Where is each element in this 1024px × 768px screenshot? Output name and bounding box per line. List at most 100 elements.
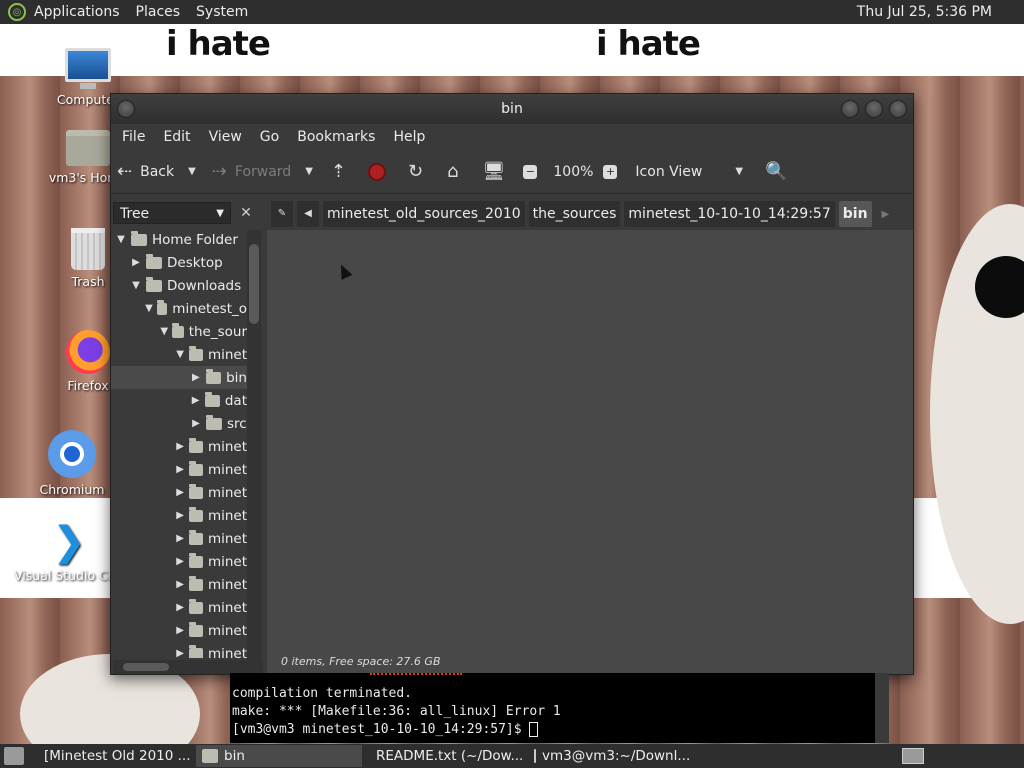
collapsed-triangle-icon[interactable]: ▶ [130, 257, 142, 268]
close-side-pane-icon[interactable]: ✕ [235, 202, 257, 224]
show-desktop-icon[interactable] [4, 747, 24, 765]
tree-horizontal-scrollbar[interactable] [113, 660, 263, 674]
expanded-triangle-icon[interactable]: ▼ [145, 303, 153, 314]
clock[interactable]: Thu Jul 25, 5:36 PM [857, 4, 992, 20]
taskbar-item[interactable]: vm3@vm3:~/Downl... [528, 745, 694, 767]
tree-item[interactable]: ▶ minet [111, 504, 247, 527]
menu-go[interactable]: Go [251, 129, 288, 145]
collapsed-triangle-icon[interactable]: ▶ [175, 625, 185, 636]
collapsed-triangle-icon[interactable]: ▶ [175, 602, 185, 613]
tree-item[interactable]: ▶ minet [111, 435, 247, 458]
menu-edit[interactable]: Edit [154, 129, 199, 145]
collapsed-triangle-icon[interactable]: ▶ [175, 533, 185, 544]
breadcrumb-item[interactable]: the_sources [528, 201, 621, 227]
back-button[interactable]: ⇠ Back ▼ [117, 161, 196, 182]
places-menu[interactable]: Places [128, 4, 189, 20]
scrollbar-thumb[interactable] [249, 244, 259, 324]
breadcrumb-item-current[interactable]: bin [838, 201, 872, 227]
system-menu[interactable]: System [188, 4, 256, 20]
side-pane-selector[interactable]: Tree ▼ [113, 202, 231, 224]
expanded-triangle-icon[interactable]: ▼ [130, 280, 142, 291]
taskbar-item-active[interactable]: bin [196, 745, 362, 767]
search-button[interactable]: 🔍 [765, 161, 795, 182]
folder-icon [189, 506, 203, 522]
collapsed-triangle-icon[interactable]: ▶ [190, 372, 202, 383]
tree-item[interactable]: ▶ Desktop [111, 251, 247, 274]
tree-item-label: dat [224, 392, 247, 409]
collapsed-triangle-icon[interactable]: ▶ [175, 648, 185, 658]
collapsed-triangle-icon[interactable]: ▶ [190, 418, 202, 429]
tree-item[interactable]: ▶ minet [111, 550, 247, 573]
breadcrumb-item[interactable]: minetest_10-10-10_14:29:57 [624, 201, 835, 227]
forward-button[interactable]: ⇢ Forward ▼ [212, 161, 313, 182]
collapsed-triangle-icon[interactable]: ▶ [190, 395, 201, 406]
path-scroll-right-icon[interactable]: ▶ [882, 209, 890, 220]
computer-icon: 🖥 [482, 161, 506, 182]
terminal-scrollbar[interactable] [875, 673, 889, 743]
desktop-icon-chromium[interactable]: Chromium [22, 430, 122, 497]
zoom-level: 100% [553, 163, 594, 180]
file-view-area[interactable] [267, 230, 913, 650]
tree-item[interactable]: ▶ minet [111, 642, 247, 658]
zoom-out-button[interactable]: − [523, 164, 543, 179]
window-titlebar[interactable]: bin [111, 94, 913, 124]
tree-item[interactable]: ▶ minet [111, 527, 247, 550]
window-menu-icon[interactable] [117, 100, 135, 118]
collapsed-triangle-icon[interactable]: ▶ [175, 579, 185, 590]
home-button[interactable]: ⌂ [447, 161, 466, 182]
collapsed-triangle-icon[interactable]: ▶ [175, 487, 185, 498]
path-scroll-left-button[interactable]: ◀ [297, 201, 319, 227]
menu-bookmarks[interactable]: Bookmarks [288, 129, 384, 145]
tree-item[interactable]: ▶ minet [111, 596, 247, 619]
expanded-triangle-icon[interactable]: ▼ [115, 234, 127, 245]
expanded-triangle-icon[interactable]: ▼ [175, 349, 185, 360]
tree-item[interactable]: ▶ minet [111, 481, 247, 504]
minimize-button[interactable] [841, 100, 859, 118]
tree-vertical-scrollbar[interactable] [247, 230, 261, 660]
tree-item[interactable]: ▼ Downloads [111, 274, 247, 297]
close-button[interactable] [889, 100, 907, 118]
collapsed-triangle-icon[interactable]: ▶ [175, 441, 185, 452]
distro-logo-icon[interactable]: ◎ [8, 3, 26, 21]
tree-item[interactable]: ▶ src [111, 412, 247, 435]
tree-item[interactable]: ▶ minet [111, 573, 247, 596]
terminal-icon [534, 749, 536, 763]
collapsed-triangle-icon[interactable]: ▶ [175, 464, 185, 475]
location-toggle-button[interactable]: ✎ [271, 201, 293, 227]
desktop-icon-vscode[interactable]: ❯ Visual Studio Code [14, 520, 124, 583]
terminal-cursor [529, 722, 539, 737]
computer-button[interactable]: 🖥 [483, 161, 514, 182]
workspace-switcher[interactable] [902, 748, 924, 764]
menu-help[interactable]: Help [384, 129, 434, 145]
applications-menu[interactable]: Applications [26, 4, 128, 20]
maximize-button[interactable] [865, 100, 883, 118]
collapsed-triangle-icon[interactable]: ▶ [175, 556, 185, 567]
menu-view[interactable]: View [200, 129, 251, 145]
tree-item[interactable]: ▼ Home Folder [111, 228, 247, 251]
tree-item[interactable]: ▶ minet [111, 458, 247, 481]
tree-item[interactable]: ▼ the_sour [111, 320, 247, 343]
toolbar: ⇠ Back ▼ ⇢ Forward ▼ ⇡ ↻ ⌂ 🖥 − 100% + Ic… [111, 150, 913, 194]
forward-arrow-icon: ⇢ [211, 161, 227, 182]
vscode-icon: ❯ [52, 519, 86, 565]
back-history-dropdown-icon[interactable]: ▼ [188, 166, 196, 177]
tree-item[interactable]: ▶ bin [111, 366, 247, 389]
taskbar-item[interactable]: [Minetest Old 2010 ... [32, 745, 194, 767]
collapsed-triangle-icon[interactable]: ▶ [175, 510, 185, 521]
breadcrumb-item[interactable]: minetest_old_sources_2010 [323, 201, 525, 227]
expanded-triangle-icon[interactable]: ▼ [160, 326, 168, 337]
terminal-window[interactable]: compilation terminated. make: *** [Makef… [230, 673, 875, 743]
zoom-in-button[interactable]: + [603, 164, 623, 179]
forward-history-dropdown-icon[interactable]: ▼ [305, 166, 313, 177]
scrollbar-thumb[interactable] [123, 663, 169, 671]
tree-item[interactable]: ▶ minet [111, 619, 247, 642]
view-mode-select[interactable]: Icon View ▼ [635, 164, 743, 180]
taskbar-item[interactable]: README.txt (~/Dow... [364, 745, 526, 767]
tree-item[interactable]: ▼ minet [111, 343, 247, 366]
tree-item[interactable]: ▼ minetest_o [111, 297, 247, 320]
up-button[interactable]: ⇡ [331, 161, 354, 182]
stop-button[interactable] [368, 162, 386, 181]
reload-button[interactable]: ↻ [408, 161, 431, 182]
menu-file[interactable]: File [113, 129, 154, 145]
tree-item[interactable]: ▶ dat [111, 389, 247, 412]
